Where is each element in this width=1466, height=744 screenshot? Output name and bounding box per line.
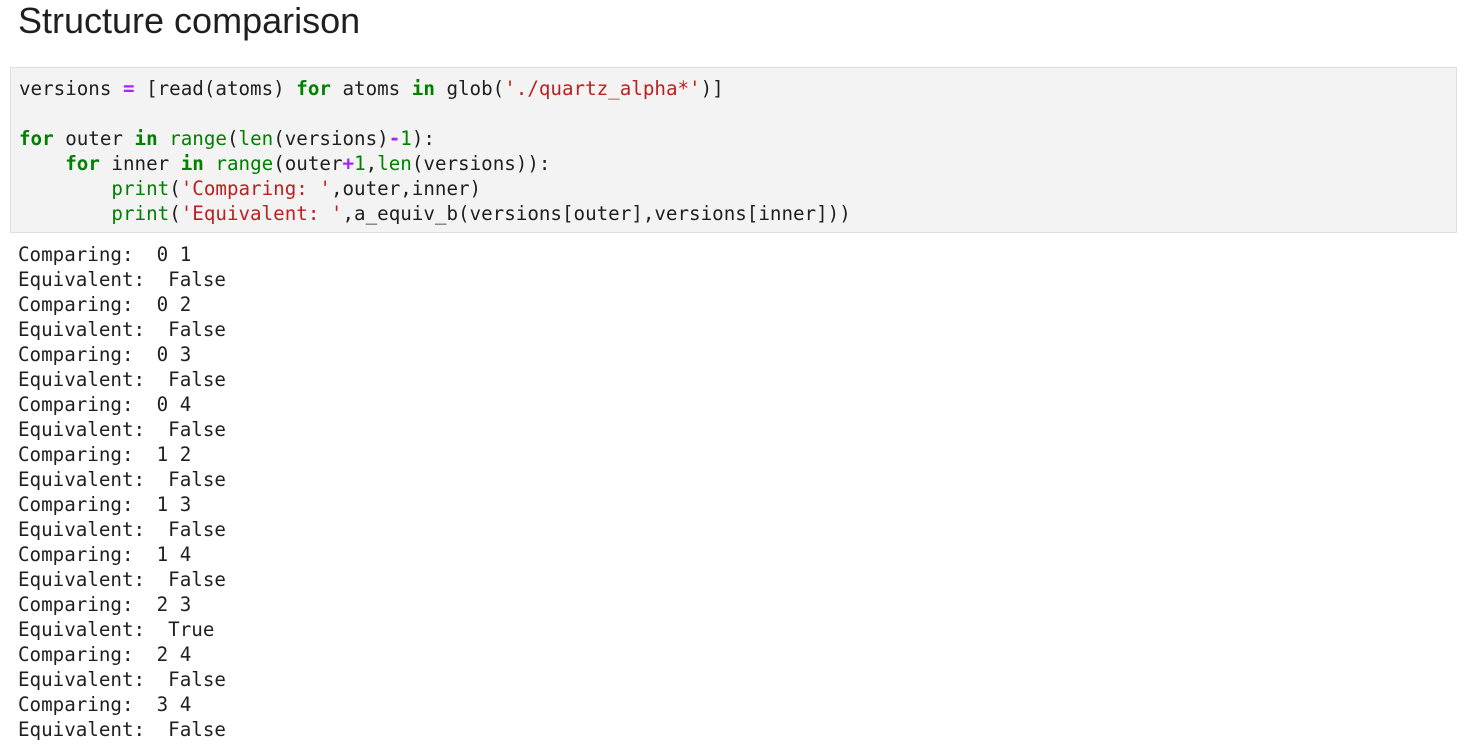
code-token: 'Equivalent: ' (180, 202, 343, 225)
code-token: = (122, 77, 135, 100)
output-line: Equivalent: False (18, 418, 226, 441)
code-token: for (19, 127, 54, 150)
code-token: inner (99, 152, 181, 175)
code-token: in (180, 152, 204, 175)
output-line: Comparing: 1 4 (18, 543, 192, 566)
output-line: Comparing: 3 4 (18, 693, 192, 716)
code-line: for inner in range(outer+1,len(versions)… (19, 151, 851, 176)
code-token: range (215, 152, 274, 175)
code-cell[interactable]: versions = [read(atoms) for atoms in glo… (10, 67, 1457, 233)
code-token: ,outer,inner) (330, 177, 482, 200)
code-line: print('Equivalent: ',a_equiv_b(versions[… (19, 201, 851, 226)
code-token: ,a_equiv_b(versions[outer],versions[inne… (342, 202, 851, 225)
output-line: Comparing: 1 2 (18, 443, 192, 466)
code-token: - (388, 127, 401, 150)
code-token: (outer (273, 152, 343, 175)
output-line: Comparing: 0 3 (18, 343, 192, 366)
output-line: Comparing: 1 3 (18, 493, 192, 516)
output-line: Equivalent: False (18, 468, 226, 491)
code-token: print (111, 202, 170, 225)
output-line: Equivalent: False (18, 718, 226, 741)
output-line: Comparing: 0 2 (18, 293, 192, 316)
output-line: Comparing: 2 4 (18, 643, 192, 666)
code-token: outer (53, 127, 135, 150)
output-line: Comparing: 0 4 (18, 393, 192, 416)
output-line: Equivalent: False (18, 568, 226, 591)
code-token: len (377, 152, 412, 175)
code-token: ( (169, 202, 181, 225)
output-line: Equivalent: False (18, 318, 226, 341)
output-line: Equivalent: False (18, 518, 226, 541)
code-token: [read(atoms) (134, 77, 297, 100)
code-token: )] (700, 77, 724, 100)
code-token: 1 (400, 127, 412, 150)
code-token: ( (226, 127, 239, 150)
code-token: glob( (434, 77, 505, 100)
code-token: './quartz_alpha*' (504, 77, 701, 100)
code-token: 'Comparing: ' (180, 177, 331, 200)
code-token: len (238, 127, 274, 150)
code-line: print('Comparing: ',outer,inner) (19, 176, 851, 201)
code-token: range (169, 127, 227, 150)
code-token: atoms (330, 77, 412, 100)
code-token: versions (19, 77, 123, 100)
code-token: print (111, 177, 170, 200)
output-line: Equivalent: False (18, 268, 226, 291)
output-line: Comparing: 0 1 (18, 243, 192, 266)
code-token: ( (169, 177, 181, 200)
code-token: in (411, 77, 435, 100)
code-token: for (65, 152, 100, 175)
code-token: (versions)): (411, 152, 551, 175)
cell-output: Comparing: 0 1 Equivalent: False Comparing… (18, 242, 226, 742)
code-token: + (342, 152, 355, 175)
output-line: Comparing: 2 3 (18, 593, 192, 616)
code-line: versions = [read(atoms) for atoms in glo… (19, 76, 851, 101)
code-token: (versions) (273, 127, 389, 150)
code-token: ): (411, 127, 435, 150)
code-token: 1 (354, 152, 366, 175)
code-token: , (365, 152, 378, 175)
output-line: Equivalent: True (18, 618, 215, 641)
code-token: in (134, 127, 158, 150)
code-editor[interactable]: versions = [read(atoms) for atoms in glo… (19, 76, 851, 226)
code-line: for outer in range(len(versions)-1): (19, 126, 851, 151)
output-line: Equivalent: False (18, 368, 226, 391)
output-line: Equivalent: False (18, 668, 226, 691)
code-token: for (296, 77, 331, 100)
section-heading: Structure comparison (18, 0, 361, 41)
